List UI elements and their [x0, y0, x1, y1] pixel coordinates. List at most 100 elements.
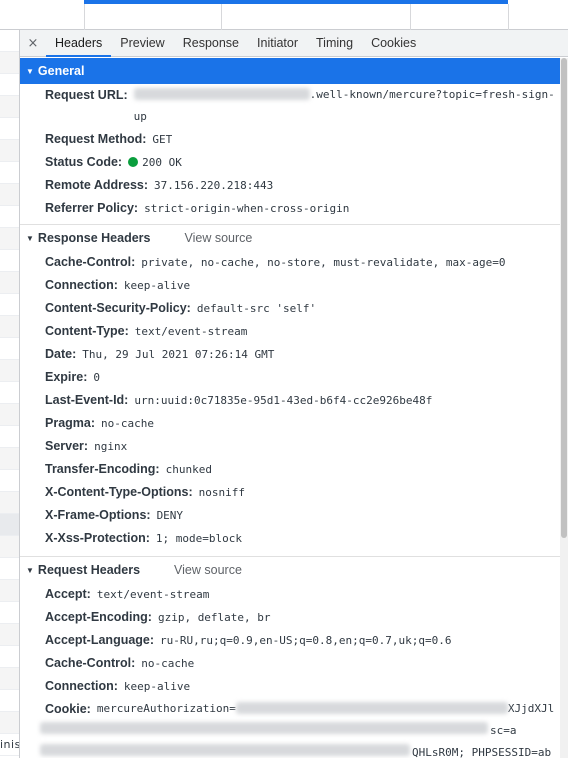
header-row: Connection: keep-alive: [20, 675, 560, 698]
request-row[interactable]: [0, 448, 19, 470]
request-row[interactable]: [0, 184, 19, 206]
request-row[interactable]: [0, 382, 19, 404]
request-list[interactable]: inis: [0, 30, 20, 758]
redacted-cookie: [40, 722, 488, 734]
header-value: urn:uuid:0c71835e-95d1-43ed-b6f4-cc2e926…: [134, 394, 433, 407]
request-row[interactable]: [0, 118, 19, 140]
request-row[interactable]: [0, 404, 19, 426]
status-code-value: 200 OK: [142, 156, 182, 169]
header-row: Pragma: no-cache: [20, 412, 560, 435]
request-row[interactable]: [0, 558, 19, 580]
tab-cookies[interactable]: Cookies: [362, 30, 425, 56]
request-row[interactable]: [0, 316, 19, 338]
request-row[interactable]: [0, 712, 19, 734]
request-row[interactable]: [0, 492, 19, 514]
column-divider: [221, 4, 222, 30]
header-row: Accept-Encoding: gzip, deflate, br: [20, 606, 560, 629]
expanded-triangle-icon: ▼: [26, 233, 34, 243]
request-row[interactable]: [0, 360, 19, 382]
header-name: Server:: [45, 439, 89, 453]
request-row[interactable]: [0, 646, 19, 668]
header-name: Date:: [45, 347, 77, 361]
request-method-row: Request Method: GET: [20, 128, 560, 151]
header-value: chunked: [165, 463, 212, 476]
header-row: Cache-Control: private, no-cache, no-stor…: [20, 251, 560, 274]
header-value: no-cache: [101, 417, 155, 430]
view-source-link[interactable]: View source: [174, 563, 242, 577]
header-name: Remote Address:: [45, 178, 149, 192]
header-row: Last-Event-Id: urn:uuid:0c71835e-95d1-43e…: [20, 389, 560, 412]
close-icon[interactable]: ×: [20, 30, 46, 56]
request-row[interactable]: [0, 470, 19, 492]
header-value: strict-origin-when-cross-origin: [144, 202, 350, 215]
request-row[interactable]: [0, 426, 19, 448]
header-name: Request Method:: [45, 132, 147, 146]
request-row[interactable]: [0, 272, 19, 294]
header-value: .well-known/mercure?topic=fresh-sign-up: [133, 84, 560, 128]
request-row-selected[interactable]: [0, 514, 19, 536]
headers-panel: ▼ General Request URL: .well-known/mercu…: [20, 58, 560, 758]
request-row[interactable]: [0, 536, 19, 558]
header-value: private, no-cache, no-store, must-revali…: [141, 256, 506, 269]
request-row[interactable]: [0, 74, 19, 96]
tab-headers[interactable]: Headers: [46, 30, 112, 57]
header-value: ru-RU,ru;q=0.9,en-US;q=0.8,en;q=0.7,uk;q…: [160, 634, 452, 647]
header-value: 37.156.220.218:443: [154, 179, 274, 192]
request-headers-section-header[interactable]: ▼ Request Headers View source: [20, 557, 560, 583]
request-row[interactable]: [0, 250, 19, 272]
header-value: keep-alive: [123, 680, 191, 693]
header-name: Accept-Encoding:: [45, 610, 152, 624]
request-row[interactable]: [0, 30, 19, 52]
redacted-cookie: [235, 702, 508, 714]
header-value: default-src 'self': [196, 302, 317, 315]
header-value: 200 OK: [128, 152, 182, 174]
request-row[interactable]: [0, 602, 19, 624]
header-value: no-cache: [141, 657, 195, 670]
header-value: nosniff: [198, 486, 246, 499]
panel-scrollbar[interactable]: [560, 58, 568, 758]
general-section-header[interactable]: ▼ General: [20, 58, 560, 84]
header-name: Status Code:: [45, 155, 123, 169]
tab-preview[interactable]: Preview: [111, 30, 173, 56]
header-value: GET: [152, 133, 173, 146]
cookie-line3-end: QHLsR0M; PHPSESSID=ab: [412, 746, 552, 758]
header-value: 1; mode=block: [155, 532, 242, 545]
status-code-row: Status Code: 200 OK: [20, 151, 560, 174]
request-row[interactable]: [0, 690, 19, 712]
request-row[interactable]: [0, 624, 19, 646]
header-name: X-Content-Type-Options:: [45, 485, 193, 499]
cookie-continuation: QHLsR0M; PHPSESSID=ab: [20, 742, 560, 758]
request-url-row: Request URL: .well-known/mercure?topic=f…: [20, 84, 560, 128]
request-row[interactable]: [0, 294, 19, 316]
request-row[interactable]: [0, 228, 19, 250]
remote-address-row: Remote Address: 37.156.220.218:443: [20, 174, 560, 197]
request-row[interactable]: [0, 52, 19, 74]
tab-timing[interactable]: Timing: [307, 30, 362, 56]
cookie-start: mercureAuthorization=: [96, 702, 236, 715]
request-row[interactable]: [0, 162, 19, 184]
request-row[interactable]: [0, 338, 19, 360]
header-name: Connection:: [45, 679, 118, 693]
request-row[interactable]: [0, 96, 19, 118]
section-title: Request Headers: [37, 563, 141, 577]
header-name: Accept-Language:: [45, 633, 155, 647]
header-value: DENY: [156, 509, 184, 522]
section-title: Response Headers: [37, 231, 151, 245]
scrollbar-thumb[interactable]: [561, 58, 567, 538]
header-name: Cache-Control:: [45, 255, 136, 269]
request-row[interactable]: [0, 140, 19, 162]
header-name: Cookie:: [45, 702, 91, 716]
cookie-line1-end: XJjdXJl: [507, 702, 555, 715]
header-row: Server: nginx: [20, 435, 560, 458]
request-row[interactable]: [0, 206, 19, 228]
header-name: Pragma:: [45, 416, 96, 430]
column-divider: [410, 4, 411, 30]
request-row[interactable]: [0, 580, 19, 602]
header-name: Accept:: [45, 587, 91, 601]
request-row[interactable]: [0, 668, 19, 690]
tab-initiator[interactable]: Initiator: [248, 30, 307, 56]
response-headers-section-header[interactable]: ▼ Response Headers View source: [20, 225, 560, 251]
view-source-link[interactable]: View source: [184, 231, 252, 245]
tab-response[interactable]: Response: [174, 30, 248, 56]
redacted-cookie: [40, 744, 410, 756]
